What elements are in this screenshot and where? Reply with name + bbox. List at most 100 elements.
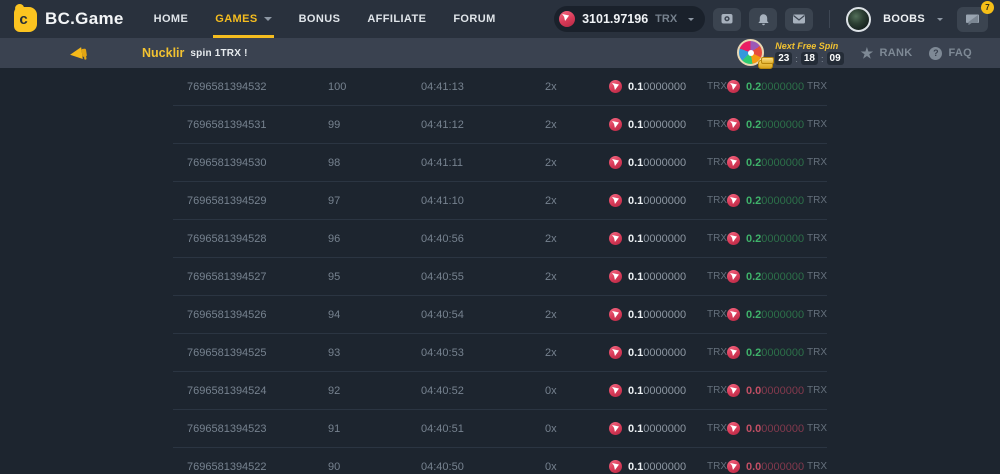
- currency-label: TRX: [707, 461, 727, 472]
- bet-multiplier: 0x: [545, 461, 609, 473]
- table-row[interactable]: 7696581394530 98 04:41:11 2x 0.10000000 …: [173, 144, 827, 182]
- bet-id: 7696581394527: [173, 271, 328, 283]
- notifications-button[interactable]: [749, 8, 777, 31]
- mail-icon: [792, 13, 806, 25]
- bet-time: 04:40:54: [421, 309, 545, 321]
- bet-nonce: 98: [328, 157, 421, 169]
- bet-time: 04:41:11: [421, 157, 545, 169]
- bet-multiplier: 2x: [545, 119, 609, 131]
- nav-item-forum[interactable]: FORUM: [453, 0, 495, 38]
- bet-multiplier: 0x: [545, 423, 609, 435]
- bet-amount: 0.10000000 TRX: [609, 384, 727, 397]
- chevron-down-icon: [688, 18, 694, 21]
- bet-profit: 0.20000000 TRX: [727, 118, 827, 131]
- currency-label: TRX: [807, 195, 827, 206]
- nav-item-games[interactable]: GAMES: [215, 0, 271, 38]
- table-row[interactable]: 7696581394524 92 04:40:52 0x 0.10000000 …: [173, 372, 827, 410]
- bet-multiplier: 2x: [545, 271, 609, 283]
- bet-amount: 0.10000000 TRX: [609, 118, 727, 131]
- bet-profit: 0.20000000 TRX: [727, 232, 827, 245]
- table-row[interactable]: 7696581394532 100 04:41:13 2x 0.10000000…: [173, 68, 827, 106]
- balance-selector[interactable]: 3101.97196 TRX: [554, 6, 705, 32]
- currency-label: TRX: [707, 81, 727, 92]
- table-row[interactable]: 7696581394528 96 04:40:56 2x 0.10000000 …: [173, 220, 827, 258]
- messages-button[interactable]: [785, 8, 813, 31]
- question-icon: ?: [929, 47, 942, 60]
- bet-amount: 0.10000000 TRX: [609, 346, 727, 359]
- bet-id: 7696581394531: [173, 119, 328, 131]
- bet-multiplier: 2x: [545, 157, 609, 169]
- table-row[interactable]: 7696581394527 95 04:40:55 2x 0.10000000 …: [173, 258, 827, 296]
- bet-id: 7696581394524: [173, 385, 328, 397]
- currency-label: TRX: [707, 423, 727, 434]
- main-content: 7696581394532 100 04:41:13 2x 0.10000000…: [0, 68, 1000, 474]
- bet-time: 04:40:55: [421, 271, 545, 283]
- bet-nonce: 93: [328, 347, 421, 359]
- bet-nonce: 95: [328, 271, 421, 283]
- balance-amount: 3101.97196: [582, 12, 648, 26]
- bet-time: 04:40:52: [421, 385, 545, 397]
- bet-id: 7696581394525: [173, 347, 328, 359]
- bet-multiplier: 2x: [545, 233, 609, 245]
- bet-amount: 0.10000000 TRX: [609, 460, 727, 473]
- bet-profit: 0.20000000 TRX: [727, 346, 827, 359]
- table-row[interactable]: 7696581394531 99 04:41:12 2x 0.10000000 …: [173, 106, 827, 144]
- trx-coin-icon: [609, 80, 622, 93]
- currency-label: TRX: [807, 81, 827, 92]
- currency-label: TRX: [707, 233, 727, 244]
- table-row[interactable]: 7696581394529 97 04:41:10 2x 0.10000000 …: [173, 182, 827, 220]
- bet-profit: 0.00000000 TRX: [727, 460, 827, 473]
- bet-amount: 0.10000000 TRX: [609, 232, 727, 245]
- bet-multiplier: 2x: [545, 309, 609, 321]
- faq-label: FAQ: [948, 47, 972, 59]
- balance-currency: TRX: [655, 13, 694, 25]
- announcement[interactable]: [68, 45, 90, 62]
- rank-link[interactable]: ★ RANK: [861, 46, 913, 60]
- table-row[interactable]: 7696581394525 93 04:40:53 2x 0.10000000 …: [173, 334, 827, 372]
- bet-multiplier: 2x: [545, 195, 609, 207]
- bet-nonce: 100: [328, 81, 421, 93]
- faq-link[interactable]: ? FAQ: [929, 47, 972, 60]
- bet-time: 04:40:51: [421, 423, 545, 435]
- nav-item-home[interactable]: HOME: [154, 0, 189, 38]
- announcement-title[interactable]: Nucklir: [142, 46, 184, 60]
- countdown-hours: 23: [775, 52, 792, 65]
- coins-icon: [758, 60, 773, 69]
- bet-nonce: 97: [328, 195, 421, 207]
- nav-item-bonus[interactable]: BONUS: [299, 0, 341, 38]
- bet-profit: 0.00000000 TRX: [727, 384, 827, 397]
- trx-coin-icon: [727, 80, 740, 93]
- trx-coin-icon: [727, 118, 740, 131]
- currency-label: TRX: [707, 271, 727, 282]
- trx-coin-icon: [727, 232, 740, 245]
- table-row[interactable]: 7696581394526 94 04:40:54 2x 0.10000000 …: [173, 296, 827, 334]
- nav-item-affiliate[interactable]: AFFILIATE: [367, 0, 426, 38]
- bet-time: 04:40:56: [421, 233, 545, 245]
- table-row[interactable]: 7696581394523 91 04:40:51 0x 0.10000000 …: [173, 410, 827, 448]
- chat-button[interactable]: 7: [957, 7, 988, 32]
- bet-nonce: 92: [328, 385, 421, 397]
- chevron-down-icon: [264, 17, 272, 21]
- trx-coin-icon: [559, 11, 575, 27]
- trx-coin-icon: [609, 384, 622, 397]
- currency-label: TRX: [807, 461, 827, 472]
- currency-label: TRX: [707, 347, 727, 358]
- user-menu[interactable]: BOOBS: [883, 13, 943, 25]
- brand-logo[interactable]: c BC.Game: [14, 7, 124, 32]
- megaphone-icon: [67, 43, 91, 63]
- bet-profit: 0.20000000 TRX: [727, 270, 827, 283]
- vault-button[interactable]: [713, 8, 741, 31]
- bet-profit: 0.20000000 TRX: [727, 156, 827, 169]
- chat-notification-badge: 7: [981, 1, 994, 14]
- countdown-seconds: 09: [827, 52, 844, 65]
- bet-amount: 0.10000000 TRX: [609, 80, 727, 93]
- trx-coin-icon: [609, 422, 622, 435]
- currency-label: TRX: [707, 309, 727, 320]
- announcement-text: spin 1TRX !: [190, 48, 247, 59]
- trx-coin-icon: [727, 346, 740, 359]
- free-spin-widget[interactable]: Next Free Spin 23 : 18 : 09: [737, 39, 843, 67]
- table-row[interactable]: 7696581394522 90 04:40:50 0x 0.10000000 …: [173, 448, 827, 474]
- bet-amount: 0.10000000 TRX: [609, 194, 727, 207]
- currency-label: TRX: [807, 385, 827, 396]
- avatar[interactable]: [846, 7, 871, 32]
